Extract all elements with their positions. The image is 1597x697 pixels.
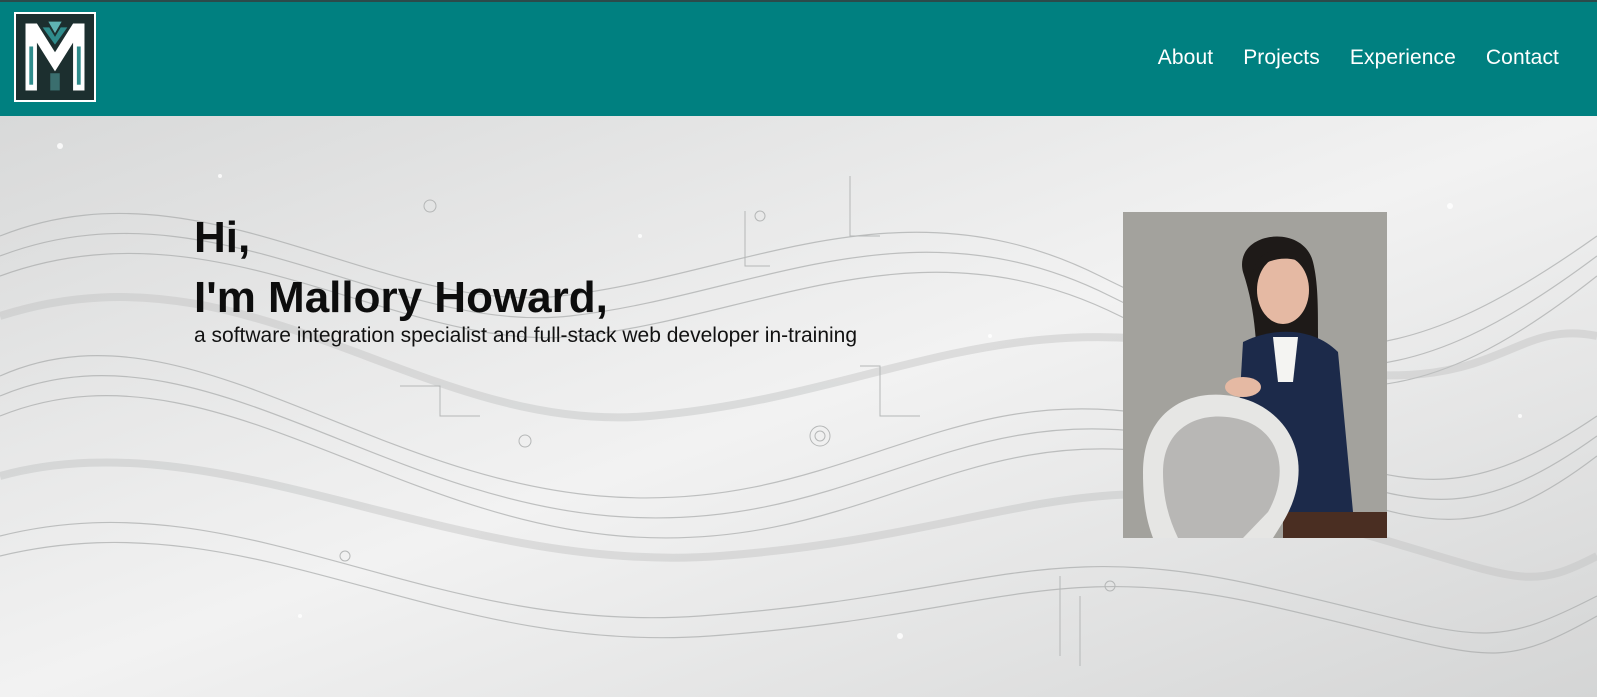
greeting-line-1: Hi, [194,213,251,262]
nav-links: About Projects Experience Contact [1158,46,1559,70]
monogram-logo-icon[interactable] [14,12,96,102]
nav-link-contact[interactable]: Contact [1486,46,1559,70]
nav-link-experience[interactable]: Experience [1350,46,1456,70]
hero-greeting: Hi, I'm Mallory Howard, [194,208,608,328]
hero-tagline: a software integration specialist and fu… [194,324,858,347]
nav-link-about[interactable]: About [1158,46,1213,70]
hero-section: Hi, I'm Mallory Howard, a software integ… [0,116,1597,697]
nav-link-projects[interactable]: Projects [1243,46,1320,70]
profile-photo [1123,212,1387,538]
greeting-line-2: I'm Mallory Howard, [194,273,608,322]
navbar: About Projects Experience Contact [0,2,1597,116]
